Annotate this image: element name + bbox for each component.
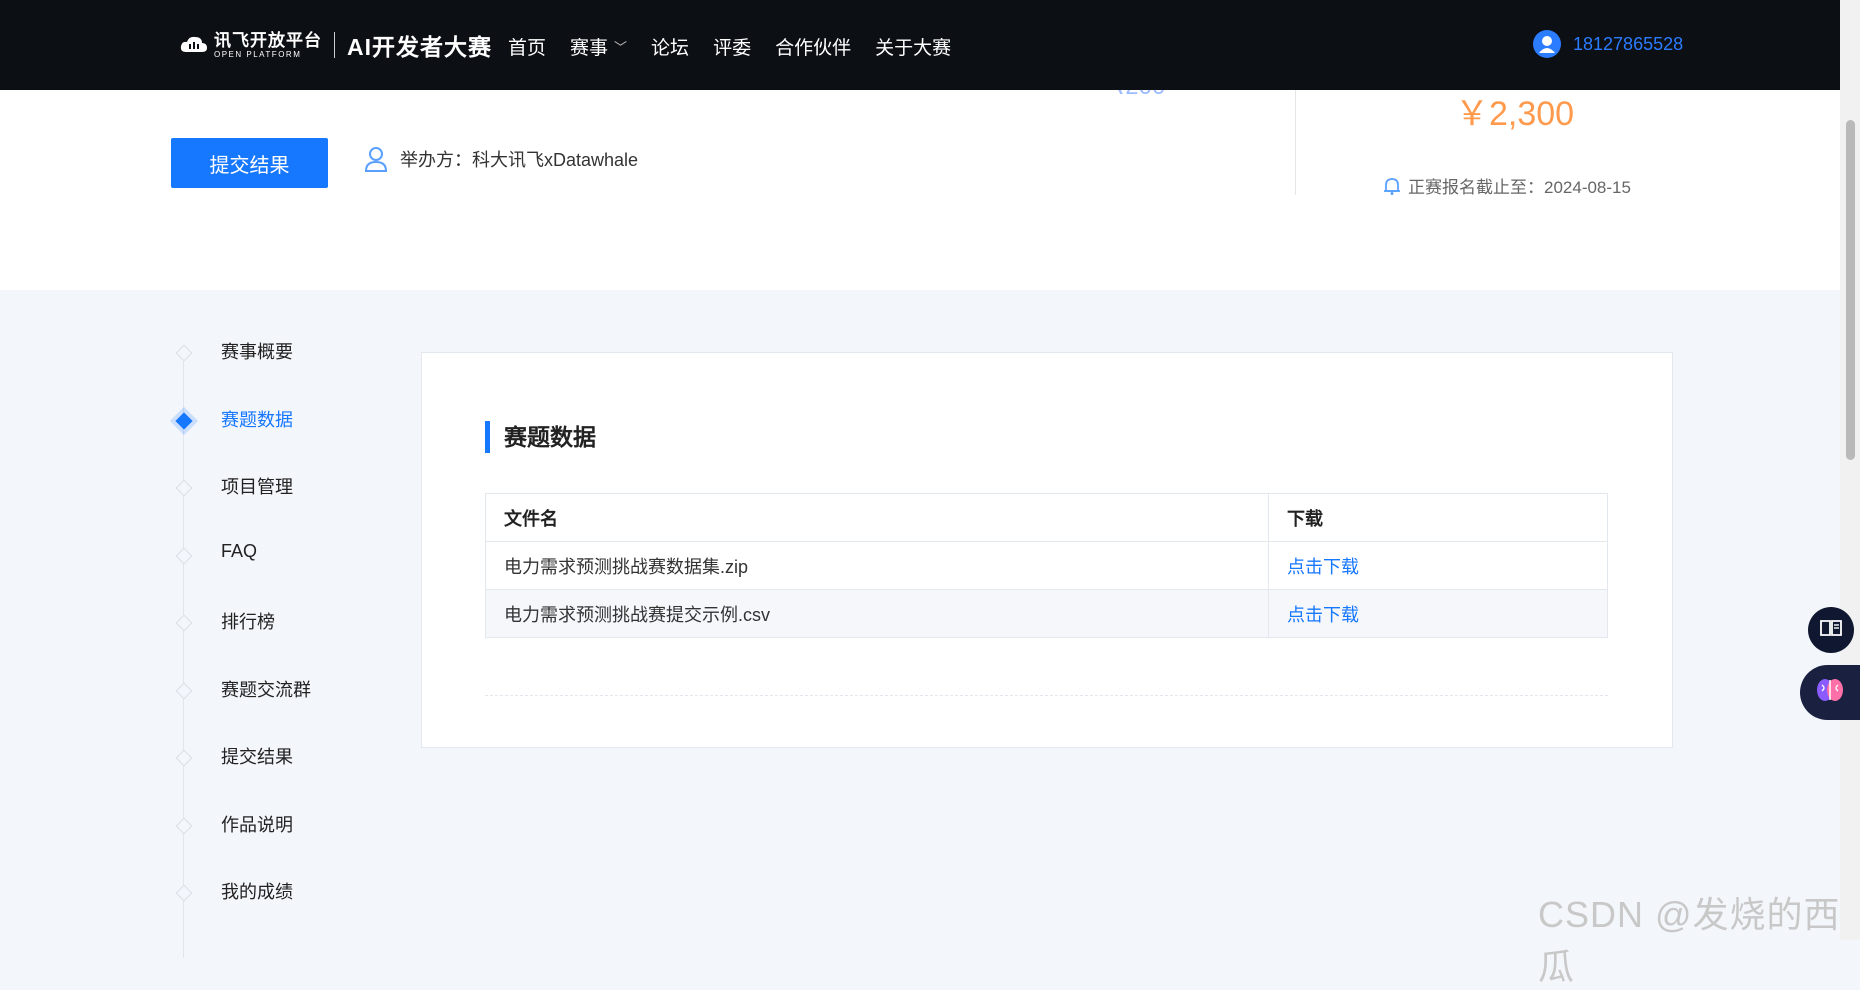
nav-judges[interactable]: 评委 bbox=[713, 33, 751, 60]
diamond-icon bbox=[175, 412, 193, 429]
section-title: 赛题数据 bbox=[485, 421, 596, 453]
sidebar-item-data[interactable]: 赛题数据 bbox=[170, 406, 390, 474]
nav-events[interactable]: 赛事 ﹀ bbox=[570, 33, 627, 60]
deadline-text: 正赛报名截止至：2024-08-15 bbox=[1408, 178, 1631, 197]
main-nav: 首页 赛事 ﹀ 论坛 评委 合作伙伴 关于大赛 bbox=[508, 33, 951, 60]
diamond-icon bbox=[175, 479, 193, 497]
sidebar-item-label: 项目管理 bbox=[221, 477, 293, 497]
sidebar-item-label: 作品说明 bbox=[221, 814, 293, 835]
column-header-filename: 文件名 bbox=[485, 493, 1269, 542]
sidebar-item-label: FAQ bbox=[221, 540, 258, 561]
content-panel: 赛题数据 文件名 下载 电力需求预测挑战赛数据集.zip 点击下载 电力需求预测… bbox=[421, 352, 1673, 748]
nav-events-label: 赛事 bbox=[570, 38, 609, 59]
file-name: 电力需求预测挑战赛数据集.zip bbox=[485, 541, 1269, 590]
sidebar-item-project[interactable]: 项目管理 bbox=[170, 473, 390, 541]
download-link[interactable]: 点击下载 bbox=[1287, 557, 1359, 577]
contest-header: ₹200 提交结果 举办方：科大讯飞xDatawhale ￥2,300 正赛报名… bbox=[0, 73, 1840, 290]
scrollbar-thumb[interactable] bbox=[1846, 120, 1855, 460]
sidebar-item-group[interactable]: 赛题交流群 bbox=[170, 676, 390, 744]
person-icon bbox=[364, 146, 388, 172]
nav-about[interactable]: 关于大赛 bbox=[875, 33, 951, 60]
prize-amount: ￥2,300 bbox=[1455, 95, 1575, 133]
user-menu[interactable]: 18127865528 bbox=[1533, 30, 1683, 58]
download-cell: 点击下载 bbox=[1268, 589, 1608, 638]
watermark: CSDN @发烧的西瓜 bbox=[1538, 894, 1841, 987]
nav-forum[interactable]: 论坛 bbox=[651, 33, 689, 60]
submit-result-button[interactable]: 提交结果 bbox=[171, 138, 328, 188]
sidebar-item-faq[interactable]: FAQ bbox=[170, 541, 390, 609]
sidebar-item-label: 赛题数据 bbox=[221, 409, 293, 430]
page-scrollbar[interactable] bbox=[1840, 0, 1860, 940]
registration-deadline: 正赛报名截止至：2024-08-15 bbox=[1382, 173, 1631, 198]
download-link[interactable]: 点击下载 bbox=[1287, 605, 1359, 625]
sidebar-item-submit[interactable]: 提交结果 bbox=[170, 743, 390, 811]
header-divider bbox=[1295, 90, 1296, 195]
logo-cn-text: 讯飞开放平台 bbox=[214, 30, 322, 50]
nav-home[interactable]: 首页 bbox=[508, 33, 546, 60]
diamond-icon bbox=[175, 749, 193, 767]
logo-en-text: OPEN PLATFORM bbox=[214, 49, 302, 59]
download-cell: 点击下载 bbox=[1268, 541, 1608, 590]
files-table: 文件名 下载 电力需求预测挑战赛数据集.zip 点击下载 电力需求预测挑战赛提交… bbox=[485, 493, 1608, 638]
diamond-icon bbox=[175, 614, 193, 632]
user-phone: 18127865528 bbox=[1573, 33, 1684, 54]
diamond-icon bbox=[175, 547, 193, 564]
sidebar-item-label: 赛事概要 bbox=[221, 342, 293, 362]
chevron-down-icon: ﹀ bbox=[614, 40, 628, 55]
contest-sidebar: 赛事概要 赛题数据 项目管理 FAQ 排行榜 赛题交流群 提交结果 作品说明 我… bbox=[170, 338, 390, 958]
brain-icon bbox=[1815, 676, 1845, 709]
table-row: 电力需求预测挑战赛数据集.zip 点击下载 bbox=[485, 541, 1608, 590]
table-row: 电力需求预测挑战赛提交示例.csv 点击下载 bbox=[485, 589, 1608, 638]
top-navbar: 讯飞开放平台 OPEN PLATFORM AI开发者大赛 首页 赛事 ﹀ 论坛 … bbox=[0, 0, 1840, 90]
diamond-icon bbox=[175, 817, 193, 834]
avatar bbox=[1533, 30, 1561, 58]
sidebar-item-overview[interactable]: 赛事概要 bbox=[170, 338, 390, 406]
ai-assistant-float-button[interactable] bbox=[1800, 665, 1860, 720]
ai-contest-logo: AI开发者大赛 bbox=[347, 34, 492, 60]
cloud-logo-icon bbox=[180, 34, 208, 56]
organizer-info: 举办方：科大讯飞xDatawhale bbox=[364, 146, 638, 172]
guide-float-button[interactable] bbox=[1808, 607, 1854, 653]
sidebar-item-leaderboard[interactable]: 排行榜 bbox=[170, 608, 390, 676]
bell-icon bbox=[1382, 176, 1402, 196]
column-header-download: 下载 bbox=[1268, 493, 1608, 542]
nav-partners[interactable]: 合作伙伴 bbox=[775, 33, 851, 60]
sidebar-item-label: 赛题交流群 bbox=[221, 679, 311, 700]
table-header-row: 文件名 下载 bbox=[485, 493, 1608, 542]
diamond-icon bbox=[175, 682, 193, 699]
logo-divider bbox=[334, 32, 335, 58]
organizer-text: 举办方：科大讯飞xDatawhale bbox=[400, 150, 639, 170]
diamond-icon bbox=[175, 884, 193, 902]
sidebar-item-label: 提交结果 bbox=[221, 747, 293, 767]
sidebar-item-label: 排行榜 bbox=[221, 612, 275, 632]
sidebar-item-description[interactable]: 作品说明 bbox=[170, 811, 390, 879]
diamond-icon bbox=[175, 344, 193, 362]
sidebar-item-label: 我的成绩 bbox=[221, 882, 293, 902]
sidebar-item-scores[interactable]: 我的成绩 bbox=[170, 878, 390, 946]
dashed-divider bbox=[485, 695, 1608, 696]
book-icon bbox=[1820, 619, 1842, 642]
file-name: 电力需求预测挑战赛提交示例.csv bbox=[485, 589, 1269, 638]
iflytek-logo[interactable]: 讯飞开放平台 OPEN PLATFORM AI开发者大赛 bbox=[180, 28, 492, 62]
